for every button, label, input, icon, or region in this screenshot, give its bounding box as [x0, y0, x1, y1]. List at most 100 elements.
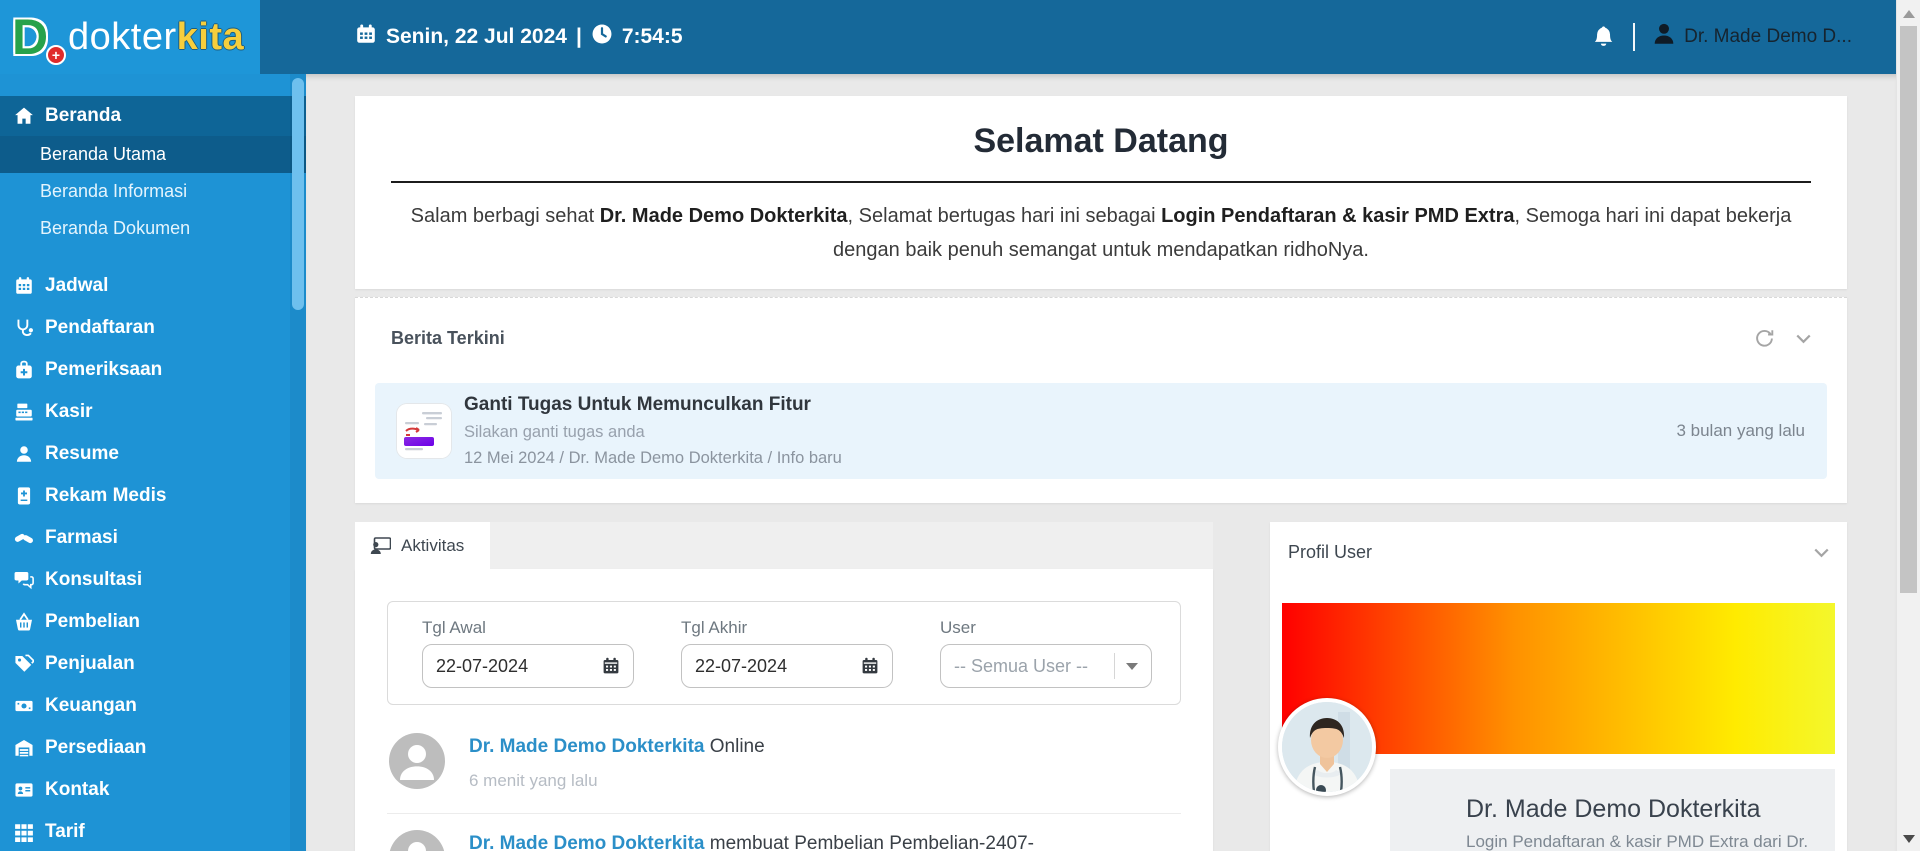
- main-content: Selamat Datang Salam berbagi sehat Dr. M…: [306, 74, 1896, 851]
- sidebar: Beranda Beranda Utama Beranda Informasi …: [0, 74, 306, 851]
- profil-user-card: Profil User Dr. Made Demo Dokterkita Log…: [1270, 522, 1847, 851]
- sidebar-item-jadwal[interactable]: Jadwal: [0, 265, 306, 307]
- profile-photo: [1278, 698, 1376, 796]
- profile-role: Login Pendaftaran & kasir PMD Extra dari…: [1466, 832, 1815, 851]
- user-menu-label: Dr. Made Demo D...: [1684, 26, 1852, 48]
- stethoscope-icon: [14, 318, 34, 338]
- page-scrollbar-thumb[interactable]: [1900, 26, 1917, 593]
- scroll-down-arrow-icon[interactable]: [1903, 835, 1915, 843]
- sidebar-item-konsultasi[interactable]: Konsultasi: [0, 559, 306, 601]
- comments-icon: [14, 570, 34, 590]
- news-item[interactable]: Ganti Tugas Untuk Memunculkan Fitur Sila…: [375, 383, 1827, 479]
- user-select[interactable]: -- Semua User --: [940, 644, 1152, 688]
- home-icon: [14, 106, 34, 126]
- topbar-separator: |: [576, 25, 582, 49]
- activity-avatar: [389, 733, 445, 789]
- topbar: Senin, 22 Jul 2024 | 7:54:5 Dr. Made Dem…: [260, 0, 1896, 74]
- aktivitas-section: Aktivitas Tgl Awal 22-07-2024 Tgl Akhir: [355, 522, 1213, 851]
- tgl-akhir-label: Tgl Akhir: [681, 618, 893, 638]
- grid-icon: [14, 822, 34, 842]
- page-title: Selamat Datang: [391, 122, 1811, 161]
- select-arrow-icon: [1114, 653, 1138, 679]
- welcome-message: Salam berbagi sehat Dr. Made Demo Dokter…: [391, 199, 1811, 267]
- activity-avatar: [389, 830, 445, 851]
- sidebar-item-resume[interactable]: Resume: [0, 433, 306, 475]
- activity-time: 6 menit yang lalu: [469, 771, 765, 791]
- aktivitas-panel: Tgl Awal 22-07-2024 Tgl Akhir 22-07-2024: [355, 569, 1213, 851]
- activity-action: Online: [704, 736, 764, 757]
- news-subtitle: Silakan ganti tugas anda: [464, 423, 842, 442]
- activity-user-link[interactable]: Dr. Made Demo Dokterkita: [469, 833, 704, 851]
- chevron-down-icon[interactable]: [1814, 548, 1829, 558]
- sidebar-item-farmasi[interactable]: Farmasi: [0, 517, 306, 559]
- sidebar-item-rekam-medis[interactable]: Rekam Medis: [0, 475, 306, 517]
- logo-text: dokterkita: [68, 16, 244, 59]
- profil-user-title: Profil User: [1288, 542, 1372, 563]
- user-menu[interactable]: Dr. Made Demo D...: [1651, 21, 1852, 53]
- scroll-up-arrow-icon[interactable]: [1903, 10, 1915, 18]
- aktivitas-tabstrip: Aktivitas: [355, 522, 1213, 569]
- sidebar-item-beranda-utama[interactable]: Beranda Utama: [0, 136, 306, 173]
- profile-name: Dr. Made Demo Dokterkita: [1466, 795, 1815, 824]
- person-icon: [1651, 21, 1677, 53]
- activity-filterbox: Tgl Awal 22-07-2024 Tgl Akhir 22-07-2024: [387, 601, 1181, 705]
- topbar-divider: [1633, 23, 1635, 51]
- sidebar-scrollbar-thumb[interactable]: [292, 78, 304, 310]
- tgl-awal-label: Tgl Awal: [422, 618, 634, 638]
- topbar-date: Senin, 22 Jul 2024: [386, 25, 567, 49]
- id-card-icon: [14, 780, 34, 800]
- sidebar-item-pembelian[interactable]: Pembelian: [0, 601, 306, 643]
- sidebar-item-tarif[interactable]: Tarif: [0, 811, 306, 851]
- news-thumbnail-image: [397, 404, 451, 458]
- app-logo[interactable]: D + dokterkita: [0, 0, 260, 74]
- cash-register-icon: [14, 402, 34, 422]
- news-age: 3 bulan yang lalu: [1676, 421, 1805, 441]
- berita-terkini-title: Berita Terkini: [391, 328, 505, 349]
- sidebar-item-pendaftaran[interactable]: Pendaftaran: [0, 307, 306, 349]
- activity-row: Dr. Made Demo Dokterkita membuat Pembeli…: [387, 814, 1181, 851]
- tags-icon: [14, 654, 34, 674]
- sidebar-item-beranda-dokumen[interactable]: Beranda Dokumen: [0, 210, 306, 247]
- user-icon: [14, 444, 34, 464]
- calendar-icon[interactable]: [602, 657, 620, 675]
- sidebar-item-beranda-informasi[interactable]: Beranda Informasi: [0, 173, 306, 210]
- topbar-time: 7:54:5: [622, 25, 683, 49]
- news-meta: 12 Mei 2024 / Dr. Made Demo Dokterkita /…: [464, 449, 842, 468]
- tgl-awal-input[interactable]: 22-07-2024: [422, 644, 634, 688]
- sidebar-item-penjualan[interactable]: Penjualan: [0, 643, 306, 685]
- sidebar-item-persediaan[interactable]: Persediaan: [0, 727, 306, 769]
- bell-icon[interactable]: [1590, 24, 1617, 51]
- sidebar-scrollbar[interactable]: [290, 74, 306, 851]
- sidebar-item-keuangan[interactable]: Keuangan: [0, 685, 306, 727]
- calendar-icon: [355, 23, 377, 51]
- sidebar-item-kontak[interactable]: Kontak: [0, 769, 306, 811]
- sidebar-item-pemeriksaan[interactable]: Pemeriksaan: [0, 349, 306, 391]
- activity-user-link[interactable]: Dr. Made Demo Dokterkita: [469, 736, 704, 757]
- medical-bag-icon: [14, 360, 34, 380]
- topbar-datetime: Senin, 22 Jul 2024 | 7:54:5: [355, 23, 683, 51]
- tgl-akhir-input[interactable]: 22-07-2024: [681, 644, 893, 688]
- title-divider: [391, 181, 1811, 183]
- logo-d-icon: D +: [12, 9, 64, 65]
- refresh-icon[interactable]: [1755, 329, 1774, 348]
- basket-icon: [14, 612, 34, 632]
- activity-board-icon: [370, 537, 391, 555]
- activity-action: membuat Pembelian Pembelian-2407-: [704, 833, 1034, 851]
- profile-info-box: Dr. Made Demo Dokterkita Login Pendaftar…: [1390, 769, 1835, 851]
- warehouse-icon: [14, 738, 34, 758]
- logo-cross-icon: +: [46, 45, 66, 65]
- pills-icon: [14, 528, 34, 548]
- welcome-card: Selamat Datang Salam berbagi sehat Dr. M…: [355, 96, 1847, 289]
- page-scrollbar[interactable]: [1896, 0, 1920, 851]
- sidebar-item-kasir[interactable]: Kasir: [0, 391, 306, 433]
- clock-icon: [591, 23, 613, 51]
- user-filter-label: User: [940, 618, 1152, 638]
- medical-record-icon: [14, 486, 34, 506]
- tab-aktivitas[interactable]: Aktivitas: [355, 522, 490, 569]
- activity-row: Dr. Made Demo Dokterkita Online 6 menit …: [387, 717, 1181, 814]
- news-title: Ganti Tugas Untuk Memunculkan Fitur: [464, 394, 842, 416]
- sidebar-item-beranda[interactable]: Beranda: [0, 96, 306, 136]
- chevron-down-icon[interactable]: [1796, 334, 1811, 344]
- money-icon: [14, 696, 34, 716]
- calendar-icon[interactable]: [861, 657, 879, 675]
